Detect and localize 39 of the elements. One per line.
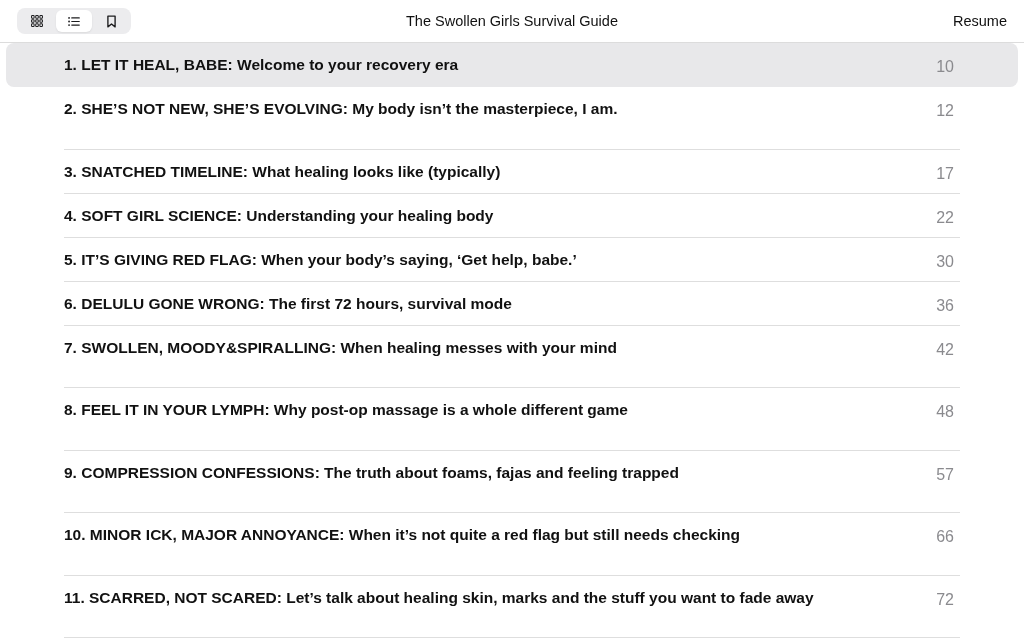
resume-button[interactable]: Resume — [953, 13, 1007, 29]
chapter-title: 8. FEEL IT IN YOUR LYMPH: Why post-op massage is a whole different game — [64, 401, 628, 418]
book-title: The Swollen Girls Survival Guide — [406, 13, 618, 29]
page-number: 30 — [936, 251, 954, 272]
chapter-title: 6. DELULU GONE WRONG: The first 72 hours, survival mode — [64, 294, 512, 312]
page-number: 10 — [936, 57, 954, 77]
chapter-row[interactable]: 4. SOFT GIRL SCIENCE: Understanding your healing body 22 — [6, 193, 1018, 238]
chapter-title: 1. LET IT HEAL, BABE: Welcome to your recovery era — [64, 56, 459, 73]
list-icon — [68, 16, 80, 26]
page-number: 57 — [936, 464, 954, 485]
chapter-row[interactable]: 2. SHE’S NOT NEW, SHE’S EVOLVING: My body isn’t the masterpiece, I am. 12 — [6, 87, 1018, 150]
chapter-row[interactable]: 11. SCARRED, NOT SCARED: Let’s talk about healing skin, marks and the stuff you want to fade away 72 — [6, 575, 1018, 638]
chapter-row[interactable]: 6. DELULU GONE WRONG: The first 72 hours, survival mode 36 — [6, 281, 1018, 326]
chapter-title: 9. COMPRESSION CONFESSIONS: The truth about foams, fajas and feeling trapped — [64, 463, 679, 481]
page-number: 12 — [936, 101, 954, 121]
chapter-row[interactable]: 3. SNATCHED TIMELINE: What healing looks like (typically) 17 — [6, 149, 1018, 194]
bookmark-icon — [106, 14, 116, 28]
page-number: 48 — [936, 402, 954, 422]
chapter-title: 3. SNATCHED TIMELINE: What healing looks like (typically) — [64, 162, 501, 180]
page-number: 22 — [936, 207, 954, 228]
chapter-row[interactable]: 9. COMPRESSION CONFESSIONS: The truth about foams, fajas and feeling trapped 57 — [6, 450, 1018, 513]
grid-icon — [31, 15, 43, 27]
page-number: 66 — [936, 527, 954, 547]
chapter-row[interactable]: 10. MINOR ICK, MAJOR ANNOYANCE: When it’s not quite a red flag but still needs checking 66 — [6, 513, 1018, 576]
chapter-row[interactable]: 7. SWOLLEN, MOODY&SPIRALLING: When healing messes with your mind 42 — [6, 325, 1018, 388]
page-number: 72 — [936, 589, 954, 610]
chapter-title: 11. SCARRED, NOT SCARED: Let’s talk about healing skin, marks and the stuff you want to fade away — [64, 588, 814, 606]
chapter-title: 10. MINOR ICK, MAJOR ANNOYANCE: When it’s not quite a red flag but still needs checking — [64, 526, 741, 543]
page-number: 42 — [936, 339, 954, 360]
chapter-row[interactable]: 8. FEEL IT IN YOUR LYMPH: Why post-op massage is a whole different game 48 — [6, 388, 1018, 451]
chapter-row[interactable]: 1. LET IT HEAL, BABE: Welcome to your recovery era 10 — [6, 43, 1018, 87]
chapter-title: 2. SHE’S NOT NEW, SHE’S EVOLVING: My body isn’t the masterpiece, I am. — [64, 100, 618, 117]
contents-button[interactable] — [56, 10, 92, 32]
page-number: 17 — [936, 163, 954, 184]
chapter-title: 5. IT’S GIVING RED FLAG: When your body’s saying, ‘Get help, babe.’ — [64, 250, 577, 268]
chapter-title: 7. SWOLLEN, MOODY&SPIRALLING: When healing messes with your mind — [64, 338, 617, 356]
chapter-title: 4. SOFT GIRL SCIENCE: Understanding your healing body — [64, 206, 494, 224]
page-number: 36 — [936, 295, 954, 316]
chapter-row[interactable]: 5. IT’S GIVING RED FLAG: When your body’s saying, ‘Get help, babe.’ 30 — [6, 237, 1018, 282]
